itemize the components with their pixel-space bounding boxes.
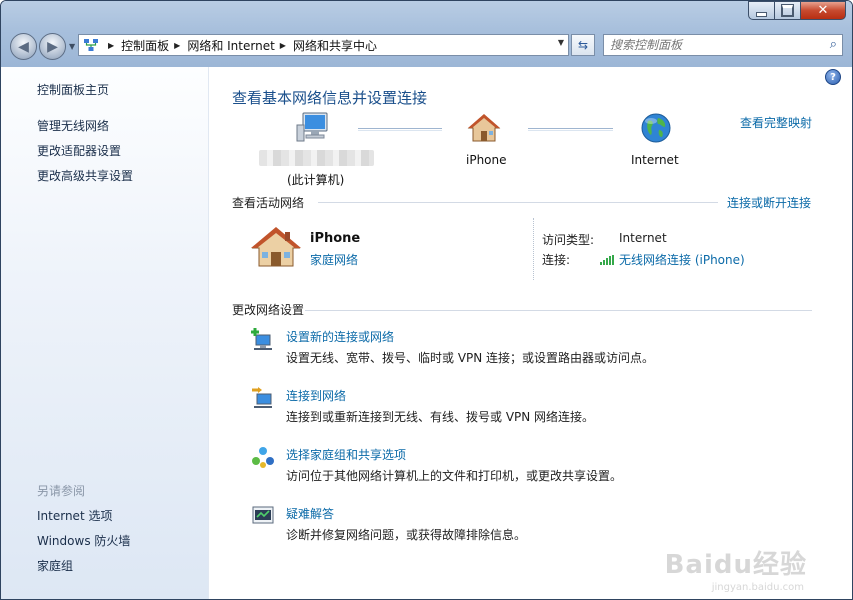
- network-control-panel-icon: [84, 39, 98, 51]
- map-middle-label: iPhone: [466, 153, 507, 167]
- setup-new-connection-desc: 设置无线、宽带、拨号、临时或 VPN 连接；或设置路由器或访问点。: [286, 351, 655, 365]
- address-bar[interactable]: ▶ 控制面板 ▶ 网络和 Internet ▶ 网络和共享中心 ▼: [78, 34, 569, 56]
- map-right-label: Internet: [631, 153, 679, 167]
- active-networks-heading: 查看活动网络: [232, 196, 305, 210]
- address-crumbs: ▶ 控制面板 ▶ 网络和 Internet ▶ 网络和共享中心: [103, 37, 377, 54]
- see-also-homegroup[interactable]: 家庭组: [37, 557, 73, 574]
- section-divider: [318, 202, 718, 203]
- close-icon: ✕: [817, 3, 829, 18]
- page-title: 查看基本网络信息并设置连接: [232, 89, 428, 107]
- forward-button[interactable]: ▶: [39, 33, 66, 60]
- breadcrumb-separator-icon: ▶: [108, 40, 115, 50]
- homegroup-sharing-desc: 访问位于其他网络计算机上的文件和打印机，或更改共享设置。: [286, 469, 623, 483]
- access-type-label: 访问类型:: [542, 233, 595, 247]
- map-connection-line: [528, 128, 613, 131]
- back-button[interactable]: ◀: [10, 33, 37, 60]
- change-settings-heading: 更改网络设置: [232, 303, 305, 317]
- see-also-heading: 另请参阅: [37, 484, 86, 498]
- view-full-map-link[interactable]: 查看完整映射: [740, 114, 812, 131]
- breadcrumb-separator-icon[interactable]: ▶: [280, 41, 286, 50]
- troubleshoot-link[interactable]: 疑难解答: [286, 505, 334, 522]
- see-also-windows-firewall[interactable]: Windows 防火墙: [37, 532, 130, 549]
- baidu-watermark-url: jingyan.baidu.com: [711, 582, 804, 593]
- breadcrumb-network-internet[interactable]: 网络和 Internet: [187, 37, 274, 54]
- recent-pages-dropdown-icon[interactable]: ▼: [69, 42, 75, 51]
- refresh-button[interactable]: ⇆: [571, 34, 595, 56]
- wireless-connection-link[interactable]: 无线网络连接 (iPhone): [619, 253, 745, 267]
- troubleshoot-icon: [252, 506, 274, 524]
- search-input[interactable]: [610, 36, 810, 54]
- baidu-watermark: Baidu经验: [664, 550, 807, 580]
- map-connection-line: [358, 128, 442, 131]
- back-arrow-icon: ◀: [18, 38, 29, 55]
- active-network-separator: [533, 218, 534, 280]
- navigation-buttons: ◀ ▶ ▼: [10, 33, 75, 60]
- setup-new-connection-link[interactable]: 设置新的连接或网络: [286, 328, 394, 345]
- breadcrumb-network-sharing-center[interactable]: 网络和共享中心: [293, 37, 377, 54]
- network-location-type-link[interactable]: 家庭网络: [310, 251, 358, 268]
- computer-name-obscured: [259, 150, 374, 166]
- title-bar: ✕ ◀ ▶ ▼ ▶ 控制面板 ▶ 网络和 Internet ▶ 网络和共享中心 …: [1, 1, 852, 67]
- troubleshoot-desc: 诊断并修复网络问题，或获得故障排除信息。: [286, 528, 527, 542]
- minimize-button[interactable]: [748, 1, 775, 20]
- breadcrumb-separator-icon[interactable]: ▶: [174, 41, 180, 50]
- connect-to-network-desc: 连接到或重新连接到无线、有线、拨号或 VPN 网络连接。: [286, 410, 595, 424]
- section-divider: [305, 310, 812, 311]
- task-pane: 控制面板主页 管理无线网络 更改适配器设置 更改高级共享设置 另请参阅 Inte…: [1, 67, 209, 599]
- help-icon[interactable]: ?: [825, 69, 841, 85]
- breadcrumb-control-panel[interactable]: 控制面板: [121, 37, 169, 54]
- active-network-name: iPhone: [310, 231, 361, 246]
- sidebar-link-manage-wireless[interactable]: 管理无线网络: [37, 117, 109, 134]
- home-network-icon[interactable]: [467, 112, 501, 144]
- maximize-icon: [781, 4, 794, 17]
- refresh-icon: ⇆: [577, 38, 589, 52]
- search-icon[interactable]: ⌕: [830, 37, 837, 52]
- sidebar-link-control-panel-home[interactable]: 控制面板主页: [37, 81, 109, 98]
- access-type-value: Internet: [619, 231, 667, 245]
- close-button[interactable]: ✕: [801, 1, 846, 20]
- home-network-large-icon: [251, 227, 301, 267]
- sidebar-link-change-adapter[interactable]: 更改适配器设置: [37, 142, 121, 159]
- caption-buttons: ✕: [748, 1, 846, 20]
- wireless-signal-icon: [600, 255, 615, 265]
- minimize-icon: [756, 11, 767, 17]
- connection-entry: 无线网络连接 (iPhone): [600, 251, 745, 268]
- sidebar-link-advanced-sharing[interactable]: 更改高级共享设置: [37, 167, 133, 184]
- content-area: ? 查看基本网络信息并设置连接 查看完整映射 (此计算机) iPhone Int…: [208, 67, 852, 599]
- connect-disconnect-link[interactable]: 连接或断开连接: [727, 194, 811, 211]
- address-history-dropdown-icon[interactable]: ▼: [558, 38, 564, 47]
- see-also-internet-options[interactable]: Internet 选项: [37, 507, 112, 524]
- computer-icon[interactable]: [296, 111, 332, 145]
- window: ✕ ◀ ▶ ▼ ▶ 控制面板 ▶ 网络和 Internet ▶ 网络和共享中心 …: [0, 0, 853, 600]
- connections-label: 连接:: [542, 253, 571, 267]
- internet-globe-icon[interactable]: [640, 112, 672, 144]
- homegroup-sharing-icon: [252, 447, 274, 468]
- homegroup-sharing-link[interactable]: 选择家庭组和共享选项: [286, 446, 406, 463]
- connect-to-network-icon: [252, 387, 272, 408]
- search-box[interactable]: ⌕: [603, 34, 843, 56]
- connect-to-network-link[interactable]: 连接到网络: [286, 387, 346, 404]
- computer-label: (此计算机): [287, 173, 345, 187]
- maximize-button[interactable]: [775, 1, 801, 20]
- new-connection-icon: [251, 328, 272, 350]
- forward-arrow-icon: ▶: [47, 38, 58, 55]
